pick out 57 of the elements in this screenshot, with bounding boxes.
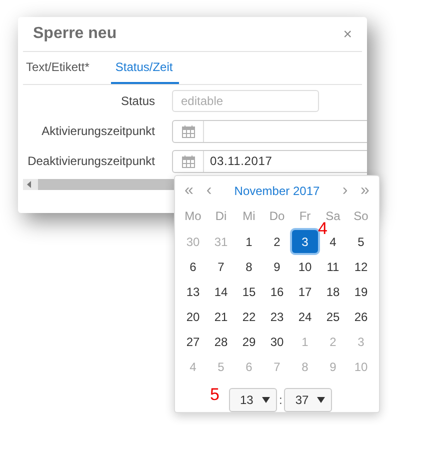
calendar-day[interactable]: 24 bbox=[292, 305, 318, 328]
minute-select[interactable]: 37 bbox=[284, 388, 332, 412]
time-separator: : bbox=[279, 393, 282, 407]
weekday-header: Do bbox=[268, 208, 286, 225]
calendar-day[interactable]: 17 bbox=[292, 280, 318, 303]
calendar-day[interactable]: 25 bbox=[320, 305, 346, 328]
close-button[interactable]: × bbox=[333, 26, 362, 42]
calendar-day[interactable]: 23 bbox=[264, 305, 290, 328]
calendar-icon bbox=[182, 124, 194, 138]
date-field[interactable]: 03.11.2017 bbox=[172, 150, 367, 172]
date-field[interactable] bbox=[172, 120, 367, 142]
calendar-day[interactable]: 8 bbox=[236, 255, 262, 278]
field-label: Status bbox=[120, 94, 155, 108]
dialog-title: Sperre neu bbox=[32, 25, 117, 43]
calendar-day[interactable]: 10 bbox=[292, 255, 318, 278]
calendar-day[interactable]: 16 bbox=[264, 280, 290, 303]
calendar-day[interactable]: 5 bbox=[348, 230, 374, 253]
month-title[interactable]: November 2017 bbox=[219, 184, 335, 198]
calendar-day[interactable]: 26 bbox=[348, 305, 374, 328]
calendar-day[interactable]: 11 bbox=[320, 255, 346, 278]
date-value: 03.11.2017 bbox=[209, 154, 272, 168]
left-arrow-icon[interactable] bbox=[27, 181, 32, 188]
field-label: Aktivierungszeitpunkt bbox=[40, 124, 155, 138]
weekday-header: Sa bbox=[326, 208, 342, 223]
weekday-header: Mi bbox=[242, 208, 256, 225]
calendar-day[interactable]: 30 bbox=[264, 330, 290, 353]
calendar-day[interactable]: 2 bbox=[264, 230, 290, 253]
calendar-day[interactable]: 21 bbox=[208, 305, 234, 328]
calendar-day[interactable]: 13 bbox=[180, 280, 206, 303]
calendar-day[interactable]: 9 bbox=[264, 255, 290, 278]
calendar-day[interactable]: 15 bbox=[236, 280, 262, 303]
caret-icon bbox=[317, 397, 326, 403]
calendar-day[interactable]: 27 bbox=[180, 330, 206, 353]
tab[interactable]: Status/Zeit bbox=[111, 52, 179, 84]
field-label: Deaktivierungszeitpunkt bbox=[26, 154, 155, 168]
hour-select[interactable]: 13 bbox=[229, 388, 277, 412]
caret-icon bbox=[262, 397, 270, 403]
tab[interactable]: Text/Etikett* bbox=[23, 52, 112, 84]
calendar-day[interactable]: 29 bbox=[236, 330, 262, 353]
calendar-icon bbox=[182, 154, 194, 168]
weekday-header: So bbox=[352, 208, 370, 225]
calendar-day[interactable]: 14 bbox=[208, 280, 234, 303]
weekday-header: Fr bbox=[298, 208, 312, 225]
annotation-number: 5 bbox=[210, 385, 220, 405]
weekday-header: Mo bbox=[184, 208, 202, 225]
calendar-day[interactable]: 28 bbox=[208, 330, 234, 353]
annotation-number: 4 bbox=[318, 220, 328, 237]
weekday-header: Di bbox=[214, 208, 228, 225]
calendar-day[interactable]: 6 bbox=[180, 255, 206, 278]
calendar-day[interactable]: 3 bbox=[292, 230, 318, 253]
calendar-day[interactable]: 12 bbox=[348, 255, 374, 278]
calendar-day[interactable]: 22 bbox=[236, 305, 262, 328]
calendar-day[interactable]: 19 bbox=[348, 280, 374, 303]
calendar-day[interactable]: 20 bbox=[180, 305, 206, 328]
calendar-day[interactable]: 1 bbox=[236, 230, 262, 253]
calendar-day[interactable]: 18 bbox=[320, 280, 346, 303]
calendar-day[interactable]: 7 bbox=[208, 255, 234, 278]
